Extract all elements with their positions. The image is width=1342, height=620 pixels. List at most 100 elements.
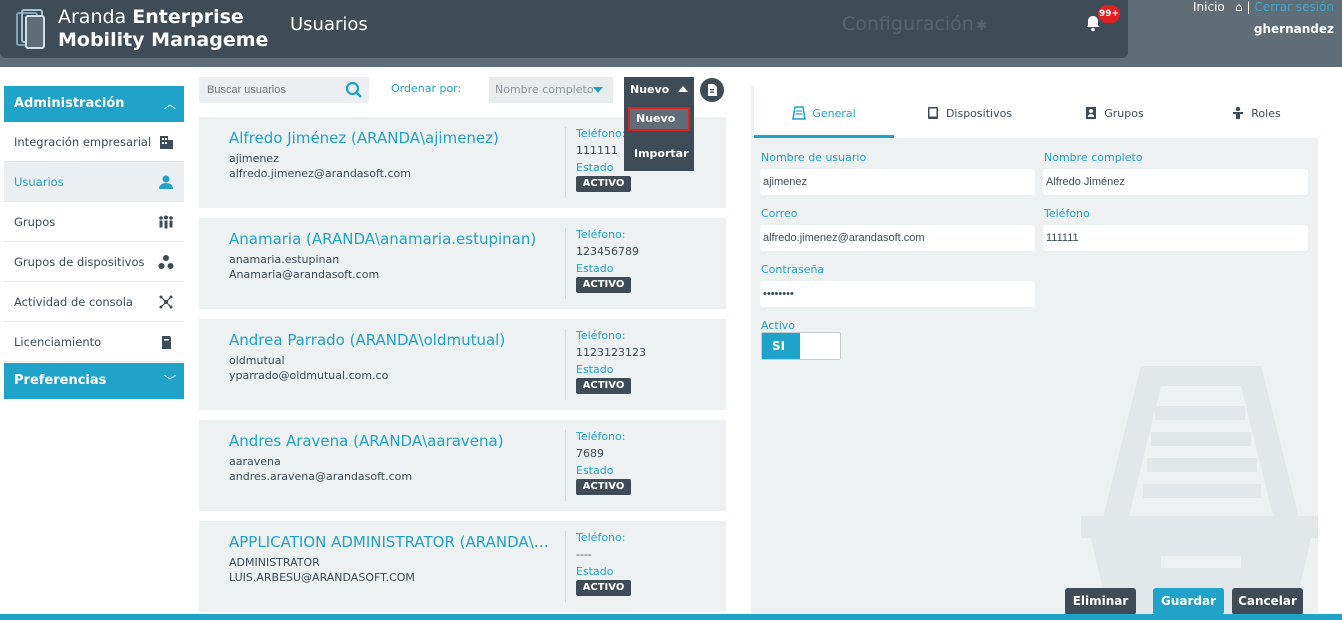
user-list-item[interactable]: Andres Aravena (ARANDA\aaravena) aaraven… (199, 420, 726, 511)
phone-label: Teléfono: (576, 329, 626, 342)
user-email: yparrado@oldmutual.com.co (229, 369, 389, 382)
user-login: ADMINISTRATOR (229, 556, 320, 569)
tab-roles[interactable]: Roles (1194, 86, 1318, 138)
user-name: APPLICATION ADMINISTRATOR (ARANDA\AD... (229, 533, 554, 551)
user-detail-panel: General Dispositivos Grupos Roles Nombre… (751, 86, 1318, 620)
header-center-bar: Usuarios Configuración ✱ 99+ (268, 0, 1128, 58)
menu-item-importar[interactable]: Importar (628, 142, 690, 166)
user-email: Anamaria@arandasoft.com (229, 268, 380, 281)
sort-label: Ordenar por: (391, 82, 462, 95)
divider (565, 127, 566, 198)
sidebar-item-integracion[interactable]: Integración empresarial (4, 122, 184, 162)
group-icon (159, 215, 173, 229)
user-login: ajimenez (229, 152, 279, 165)
gear-icon: ✱ (975, 18, 988, 34)
nuevo-dropdown-button[interactable]: Nuevo (624, 77, 694, 103)
chevron-down-icon: ﹀ (163, 374, 176, 388)
cancel-button[interactable]: Cancelar (1232, 588, 1303, 615)
roles-icon (1233, 106, 1244, 119)
state-label: Estado (576, 363, 614, 376)
user-list-item[interactable]: APPLICATION ADMINISTRATOR (ARANDA\AD... … (199, 521, 726, 612)
active-toggle-on: SI (762, 333, 800, 359)
tab-dispositivos[interactable]: Dispositivos (904, 86, 1034, 138)
delete-button[interactable]: Eliminar (1065, 588, 1136, 615)
phone-label: Teléfono: (576, 430, 626, 443)
sidebar-section-preferencias[interactable]: Preferencias ﹀ (4, 363, 184, 399)
bottom-accent-bar (0, 614, 1342, 620)
state-label: Estado (576, 565, 614, 578)
home-icon[interactable]: ⌂ (1229, 0, 1243, 14)
phone-value: 123456789 (576, 245, 639, 258)
sidebar-section-admin[interactable]: Administración ︿ (4, 86, 184, 122)
divider (565, 329, 566, 400)
password-field[interactable] (760, 281, 1035, 307)
page-title: Usuarios (290, 14, 368, 35)
building-icon (160, 136, 173, 149)
logout-link[interactable]: Cerrar sesión (1254, 0, 1334, 14)
sidebar: Administración ︿ Integración empresarial … (4, 86, 184, 399)
user-name: Andrea Parrado (ARANDA\oldmutual) (229, 331, 506, 349)
brand-title-line1: Aranda Enterprise (58, 6, 244, 28)
detail-tabs: General Dispositivos Grupos Roles (754, 86, 1318, 138)
divider (565, 430, 566, 501)
app-header: Aranda Enterprise Mobility Management Us… (0, 0, 1342, 67)
link-separator: | (1246, 0, 1251, 14)
sidebar-item-actividad[interactable]: Actividad de consola (4, 282, 184, 322)
sort-select[interactable]: Nombre completo (489, 77, 613, 103)
phone-value: ---- (576, 548, 592, 561)
sidebar-item-grupos[interactable]: Grupos (4, 202, 184, 242)
sidebar-item-grupos-dispositivos[interactable]: Grupos de dispositivos (4, 242, 184, 282)
user-login: anamaria.estupinan (229, 253, 340, 266)
export-button[interactable] (700, 78, 724, 102)
state-label: Estado (576, 161, 614, 174)
user-name: Alfredo Jiménez (ARANDA\ajimenez) (229, 129, 499, 147)
phone-field[interactable] (1043, 225, 1308, 251)
brand-logo-area[interactable]: Aranda Enterprise Mobility Management (0, 0, 291, 58)
status-badge: ACTIVO (576, 479, 631, 495)
phone-value: 111111 (576, 144, 618, 157)
home-link[interactable]: Inicio (1193, 0, 1225, 14)
caret-up-icon (678, 86, 688, 92)
search-icon[interactable] (345, 81, 363, 99)
inventory-watermark-icon (1081, 366, 1318, 620)
phone-value: 7689 (576, 447, 604, 460)
sidebar-item-usuarios[interactable]: Usuarios (4, 162, 184, 202)
sidebar-item-licenciamiento[interactable]: Licenciamiento (4, 322, 184, 362)
username-label: Nombre de usuario (761, 151, 867, 164)
user-login: oldmutual (229, 354, 285, 367)
active-label: Activo (761, 319, 795, 332)
status-badge: ACTIVO (576, 378, 631, 394)
state-label: Estado (576, 262, 614, 275)
session-area: Inicio ⌂ | Cerrar sesión ghernandez (1193, 0, 1334, 36)
menu-item-nuevo[interactable]: Nuevo (628, 107, 690, 131)
search-input[interactable] (199, 77, 339, 103)
password-label: Contraseña (761, 263, 825, 276)
user-list-item[interactable]: Andrea Parrado (ARANDA\oldmutual) oldmut… (199, 319, 726, 410)
tab-grupos[interactable]: Grupos (1049, 86, 1179, 138)
user-login: aaravena (229, 455, 281, 468)
user-list-item[interactable]: Anamaria (ARANDA\anamaria.estupinan) ana… (199, 218, 726, 309)
phone-label: Teléfono: (576, 228, 626, 241)
config-menu[interactable]: Configuración ✱ (842, 13, 988, 35)
device-group-icon (158, 255, 174, 269)
save-button[interactable]: Guardar (1153, 588, 1224, 615)
status-badge: ACTIVO (576, 277, 631, 293)
email-field[interactable] (760, 225, 1035, 251)
fullname-label: Nombre completo (1044, 151, 1143, 164)
nuevo-dropdown-menu: Nuevo Importar (624, 103, 694, 171)
user-name: Anamaria (ARANDA\anamaria.estupinan) (229, 230, 537, 248)
fullname-field[interactable] (1043, 169, 1308, 195)
divider (565, 531, 566, 602)
phone-label: Teléfono: (576, 127, 626, 140)
status-badge: ACTIVO (576, 580, 631, 596)
export-file-icon (708, 84, 717, 96)
active-toggle[interactable]: SI (761, 332, 841, 360)
tab-general[interactable]: General (754, 86, 894, 138)
username-field[interactable] (760, 169, 1035, 195)
chevron-up-icon: ︿ (163, 97, 176, 111)
state-label: Estado (576, 464, 614, 477)
email-label: Correo (761, 207, 798, 220)
phone-label: Teléfono (1044, 207, 1090, 220)
current-username: ghernandez (1253, 22, 1334, 36)
id-card-icon (792, 106, 807, 120)
